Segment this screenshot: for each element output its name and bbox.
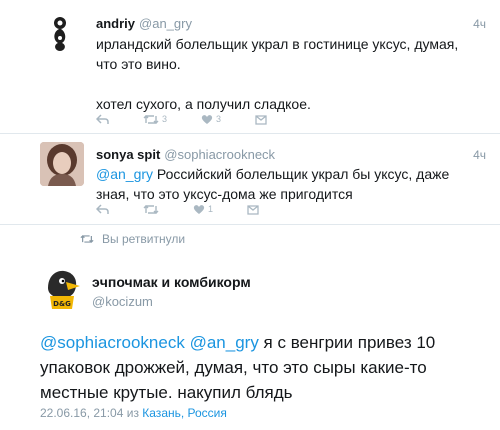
retweet-count: 3 (162, 114, 168, 124)
retweet-button[interactable] (143, 204, 159, 215)
mention-link[interactable]: @sophiacrookneck (40, 333, 185, 352)
author-name[interactable]: andriy (96, 16, 135, 31)
author-handle[interactable]: @an_gry (139, 16, 192, 31)
retweeted-label: Вы ретвитнули (102, 232, 186, 246)
share-icon (247, 204, 259, 215)
reply-icon (96, 203, 109, 214)
tweet-text: ирландский болельщик украл в гостинице у… (96, 34, 486, 114)
author-handle[interactable]: @kocizum (92, 294, 153, 309)
share-button[interactable] (247, 204, 259, 215)
share-icon (255, 114, 267, 125)
avatar-andriy[interactable] (40, 10, 84, 54)
mention-link[interactable]: @an_gry (190, 333, 259, 352)
reply-button[interactable] (96, 113, 109, 125)
retweeted-indicator: Вы ретвитнули (80, 232, 185, 246)
avatar-badge: D&G (53, 300, 71, 308)
retweet-icon (80, 235, 94, 243)
retweet-icon (143, 114, 159, 124)
tweet-actions: 3 3 (96, 111, 301, 127)
tweet-text: @sophiacrookneck @an_gry я с венгрии при… (40, 330, 480, 405)
reply-icon (96, 113, 109, 124)
like-count: 3 (216, 114, 222, 124)
like-count: 1 (208, 204, 214, 214)
share-button[interactable] (255, 114, 267, 125)
divider (0, 133, 500, 134)
tweet-text: @an_gry Российский болельщик украл бы ук… (96, 164, 486, 204)
profile-photo-icon (40, 142, 84, 186)
retweet-button[interactable]: 3 (143, 114, 167, 125)
reply-button[interactable] (96, 203, 109, 215)
mention-link[interactable]: @an_gry (96, 166, 153, 182)
tweet-text-line: упаковок дрожжей, думая, что это сыры ка… (40, 358, 427, 377)
violin-scroll-icon (54, 17, 66, 51)
tweet-header: andriy @an_gry (96, 16, 192, 31)
cartoon-bird-avatar-icon: D&G (40, 266, 84, 310)
tweet-text-line: местные крутые. накупил блядь (40, 383, 293, 402)
like-icon (201, 114, 213, 124)
avatar-sonya[interactable] (40, 142, 84, 186)
retweet-icon (143, 204, 159, 214)
location-link[interactable]: Казань, Россия (142, 406, 227, 420)
tweet-text-line: я с венгрии привез 10 (258, 333, 436, 352)
like-button[interactable]: 3 (201, 114, 221, 125)
tweet-text-line: Российский болельщик украл бы уксус, даж… (153, 166, 450, 182)
tweet-text-line: ирландский болельщик украл в гостинице у… (96, 36, 459, 52)
avatar-kocizum[interactable]: D&G (40, 266, 84, 310)
author-handle[interactable]: @sophiacrookneck (164, 147, 275, 162)
like-button[interactable]: 1 (193, 204, 213, 215)
tweet-meta: 22.06.16, 21:04 из Казань, Россия (40, 406, 227, 420)
tweet-text-line: что это вино. (96, 56, 181, 72)
tweet-actions: 1 (96, 201, 293, 217)
divider (0, 224, 500, 225)
like-icon (193, 204, 205, 214)
tweet-header: sonya spit @sophiacrookneck (96, 147, 275, 162)
tweet-time: 4ч (473, 17, 486, 31)
tweet-timestamp: 22.06.16, 21:04 из (40, 406, 143, 420)
author-name[interactable]: эчпочмак и комбикорм (92, 274, 251, 290)
tweet-time: 4ч (473, 148, 486, 162)
author-name[interactable]: sonya spit (96, 147, 160, 162)
